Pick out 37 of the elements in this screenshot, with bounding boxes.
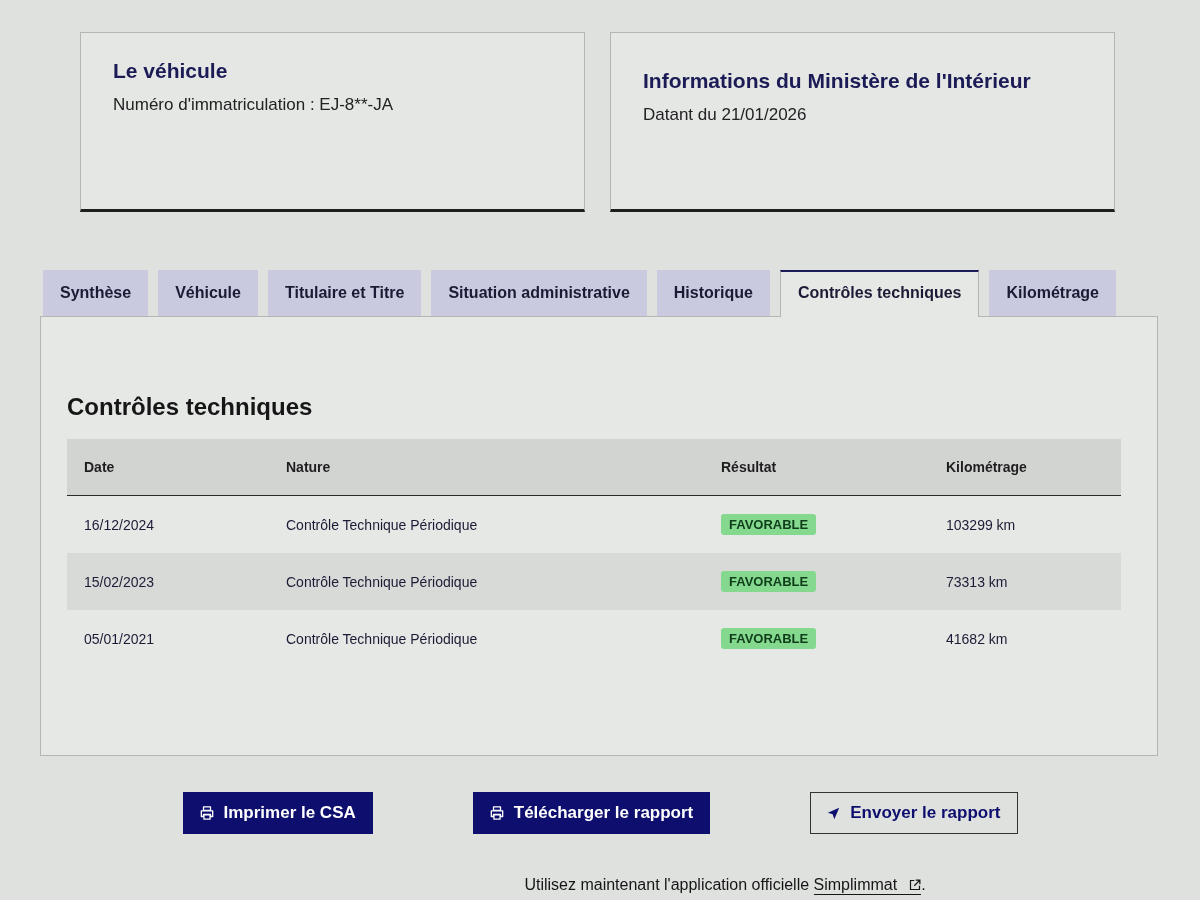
section-title: Contrôles techniques (67, 393, 314, 421)
tab[interactable]: Kilométrage (989, 270, 1116, 316)
tab[interactable]: Situation administrative (431, 270, 647, 316)
nature-cell-text: Contrôle Technique Périodique (285, 516, 479, 533)
mileage-cell-text: 73313 km (945, 573, 1009, 590)
date-cell-text: 15/02/2023 (83, 573, 156, 590)
printer-icon (199, 806, 214, 820)
footer-notice: Utilisez maintenant l'application officielle Simplimmat . (524, 876, 926, 895)
mileage-cell-text: 103299 km (945, 516, 1017, 533)
result-badge: FAVORABLE (721, 628, 817, 649)
tab[interactable]: Titulaire et Titre (267, 270, 422, 316)
external-link-icon (909, 879, 922, 891)
card-text: Datant du 21/01/2026 (643, 105, 808, 125)
card-text: Numéro d'immatriculation : EJ-8**-JA (113, 95, 395, 115)
simplimmat-link[interactable]: Simplimmat (813, 876, 922, 895)
date-cell-text: 16/12/2024 (83, 516, 156, 533)
action-button[interactable]: Imprimer le CSA (182, 792, 373, 834)
tab[interactable]: Synthèse (43, 270, 149, 316)
mileage-cell-text: 41682 km (945, 630, 1009, 647)
column-header: Résultat (720, 459, 778, 475)
action-button[interactable]: Télécharger le rapport (472, 792, 711, 834)
date-cell-text: 05/01/2021 (83, 630, 156, 647)
card-title: Le véhicule (113, 59, 229, 83)
send-arrow-icon (827, 806, 841, 820)
result-badge: FAVORABLE (721, 514, 817, 535)
action-button[interactable]: Envoyer le rapport (810, 792, 1018, 834)
card-title: Informations du Ministère de l'Intérieur (643, 69, 1032, 93)
tab[interactable]: Véhicule (158, 270, 258, 316)
result-badge: FAVORABLE (721, 571, 817, 592)
column-header: Kilométrage (945, 459, 1028, 475)
tab[interactable]: Contrôles techniques (779, 270, 980, 317)
column-header: Date (83, 459, 116, 475)
tab[interactable]: Historique (656, 270, 770, 316)
nature-cell-text: Contrôle Technique Périodique (285, 630, 479, 647)
column-header: Nature (285, 459, 332, 475)
nature-cell-text: Contrôle Technique Périodique (285, 573, 479, 590)
printer-icon (489, 806, 504, 820)
